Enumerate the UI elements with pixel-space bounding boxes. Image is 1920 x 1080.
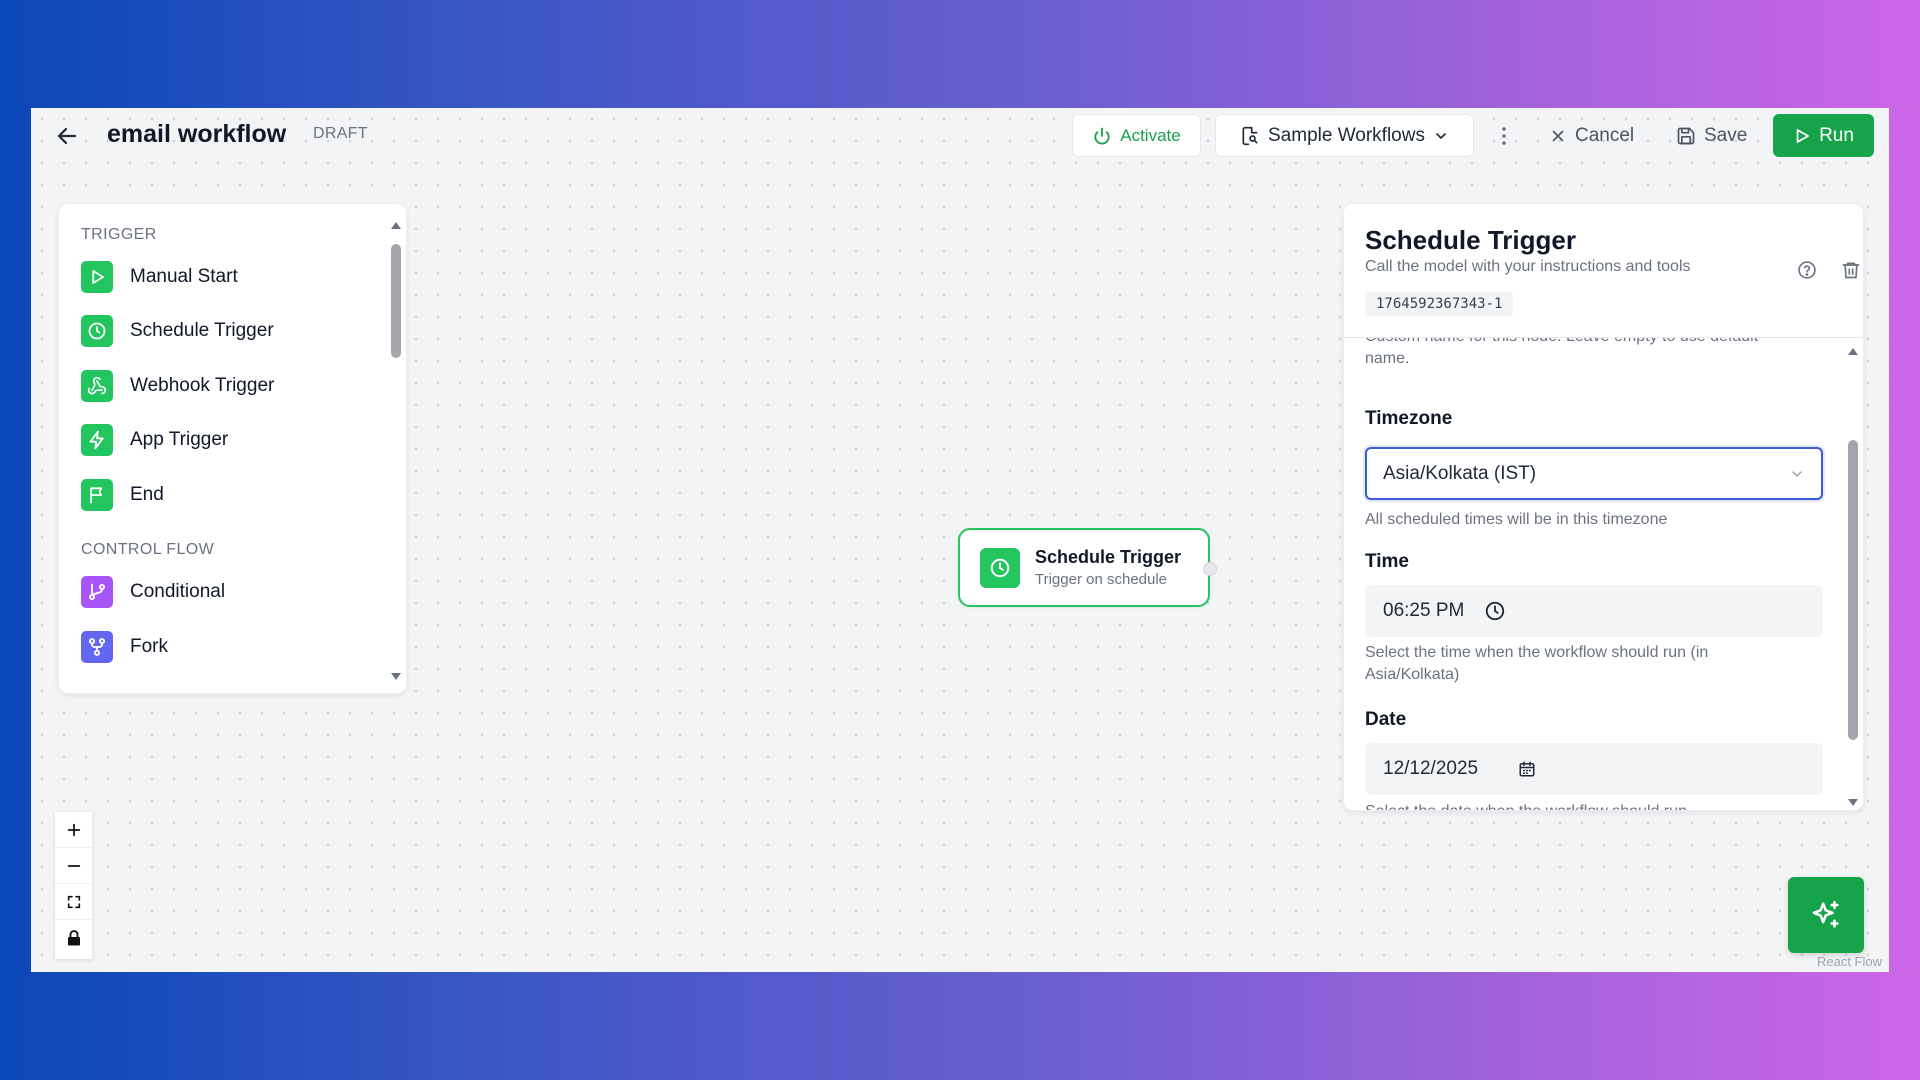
schedule-trigger-node[interactable]: Schedule Trigger Trigger on schedule <box>958 528 1217 607</box>
date-value: 12/12/2025 <box>1383 758 1479 779</box>
palette-item-manual-start[interactable]: Manual Start <box>81 258 238 296</box>
workflow-editor: email workflow DRAFT Activate Sample Wor… <box>31 108 1889 972</box>
clock-icon <box>980 547 1020 588</box>
node-title: Schedule Trigger <box>1035 547 1182 567</box>
timezone-help: All scheduled times will be in this time… <box>1365 511 1668 528</box>
scroll-up-icon[interactable] <box>391 222 401 229</box>
close-icon <box>1552 130 1564 141</box>
palette-item-fork[interactable]: Fork <box>81 628 168 666</box>
time-value: 06:25 PM <box>1383 600 1465 621</box>
panel-title: Schedule Trigger <box>1365 225 1576 255</box>
ai-assistant-button[interactable] <box>1788 877 1864 953</box>
chevron-down-icon <box>1792 470 1802 477</box>
webhook-icon <box>81 370 113 402</box>
cancel-label: Cancel <box>1575 124 1635 146</box>
lock-icon <box>67 930 80 946</box>
zoom-out-button[interactable] <box>55 848 92 884</box>
chevron-down-icon <box>1436 132 1446 139</box>
samples-label: Sample Workflows <box>1268 124 1425 146</box>
arrow-left-icon <box>57 127 77 145</box>
palette-item-conditional[interactable]: Conditional <box>81 573 225 611</box>
back-button[interactable] <box>53 122 81 150</box>
run-label: Run <box>1819 124 1854 146</box>
save-button[interactable]: Save <box>1676 114 1747 157</box>
panel-scrollbar[interactable] <box>1846 342 1860 810</box>
node-subtitle: Trigger on schedule <box>1035 571 1168 588</box>
palette-item-schedule-trigger[interactable]: Schedule Trigger <box>81 312 274 350</box>
play-icon <box>81 261 113 293</box>
palette-item-label: End <box>130 484 164 505</box>
palette-item-end[interactable]: End <box>81 476 164 514</box>
trash-icon[interactable] <box>1841 260 1861 285</box>
time-input[interactable]: 06:25 PM <box>1365 585 1823 637</box>
fit-view-button[interactable] <box>55 884 92 920</box>
scroll-thumb[interactable] <box>1848 440 1858 740</box>
time-label: Time <box>1365 551 1410 572</box>
section-control-flow: CONTROL FLOW <box>81 541 215 558</box>
scroll-up-icon[interactable] <box>1848 348 1858 355</box>
timezone-value: Asia/Kolkata (IST) <box>1383 462 1537 484</box>
zoom-in-button[interactable] <box>55 812 92 848</box>
palette-item-label: App Trigger <box>130 429 229 450</box>
timezone-label: Timezone <box>1365 408 1453 429</box>
save-label: Save <box>1704 124 1748 146</box>
clock-icon <box>81 315 113 347</box>
clock-icon[interactable] <box>1484 600 1506 622</box>
date-help: Select the date when the workflow should… <box>1365 801 1687 810</box>
react-flow-attribution[interactable]: React Flow <box>1817 954 1882 969</box>
activate-label: Activate <box>1120 125 1181 145</box>
palette-scrollbar[interactable] <box>389 216 403 684</box>
lock-button[interactable] <box>55 920 92 956</box>
git-branch-icon <box>81 576 113 608</box>
palette-item-app-trigger[interactable]: App Trigger <box>81 421 228 459</box>
scroll-down-icon[interactable] <box>391 673 401 680</box>
flow-controls <box>55 812 92 959</box>
status-badge: DRAFT <box>313 125 368 142</box>
top-bar: email workflow DRAFT Activate Sample Wor… <box>31 108 1889 164</box>
power-icon <box>1094 127 1110 144</box>
palette-item-label: Schedule Trigger <box>130 320 274 341</box>
palette-item-label: Conditional <box>130 581 226 602</box>
file-search-icon <box>1242 126 1258 145</box>
name-help-text: Custom name for this node. Leave empty t… <box>1365 338 1758 367</box>
timezone-select[interactable]: Asia/Kolkata (IST) <box>1365 447 1823 500</box>
node-config-panel: Schedule Trigger Call the model with you… <box>1343 203 1864 811</box>
fork-icon <box>81 631 113 663</box>
fullscreen-icon <box>67 895 80 908</box>
node-output-handle[interactable] <box>1203 562 1217 576</box>
workflow-title[interactable]: email workflow <box>107 120 286 149</box>
play-icon <box>1796 128 1809 143</box>
date-label: Date <box>1365 709 1407 730</box>
more-options-button[interactable] <box>1489 114 1519 157</box>
cancel-button[interactable]: Cancel <box>1549 114 1634 157</box>
help-circle-icon[interactable] <box>1797 260 1817 285</box>
minus-icon <box>67 864 80 867</box>
date-input[interactable]: 12/12/2025 <box>1365 743 1823 795</box>
plus-icon <box>67 823 80 836</box>
section-trigger: TRIGGER <box>81 226 157 243</box>
panel-header: Schedule Trigger Call the model with you… <box>1344 204 1863 338</box>
calendar-icon[interactable] <box>1518 760 1536 778</box>
node-id-badge[interactable]: 1764592367343-1 <box>1365 292 1514 316</box>
flag-icon <box>81 479 113 511</box>
palette-item-webhook-trigger[interactable]: Webhook Trigger <box>81 367 274 405</box>
zap-icon <box>81 424 113 456</box>
panel-description: Call the model with your instructions an… <box>1365 258 1691 275</box>
sample-workflows-dropdown[interactable]: Sample Workflows <box>1215 114 1474 157</box>
palette-item-label: Manual Start <box>130 266 238 287</box>
run-button[interactable]: Run <box>1773 114 1874 157</box>
save-icon <box>1677 127 1695 144</box>
palette-item-label: Fork <box>130 636 168 657</box>
panel-body: Custom name for this node. Leave empty t… <box>1344 338 1863 810</box>
sparkles-icon <box>1812 900 1839 928</box>
scroll-thumb[interactable] <box>391 244 401 358</box>
time-help: Select the time when the workflow should… <box>1365 644 1709 683</box>
more-vertical-icon <box>1502 126 1506 145</box>
node-palette: TRIGGER Manual Start Schedule Trigger We… <box>58 203 407 694</box>
activate-button[interactable]: Activate <box>1072 114 1201 157</box>
scroll-down-icon[interactable] <box>1848 799 1858 806</box>
palette-item-label: Webhook Trigger <box>130 375 275 396</box>
